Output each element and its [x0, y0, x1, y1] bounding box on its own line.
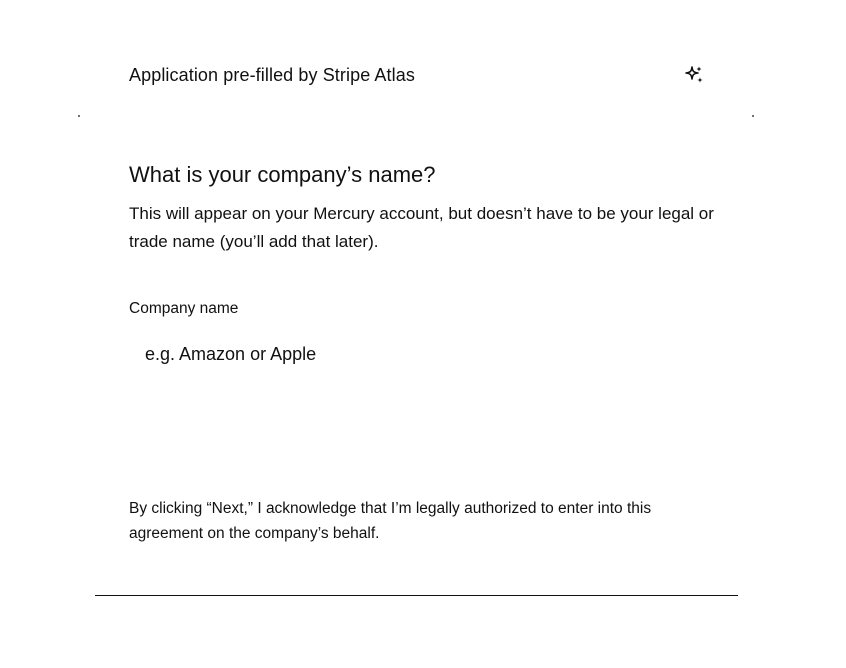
decorative-dot [78, 115, 80, 117]
company-name-input[interactable] [129, 338, 689, 370]
company-name-label: Company name [129, 300, 239, 317]
prefill-banner-text: Application pre-filled by Stripe Atlas [129, 65, 415, 85]
question-title: What is your company’s name? [129, 162, 436, 187]
sparkle-icon [682, 64, 706, 88]
footer-divider [95, 595, 738, 596]
prefill-banner: Application pre-filled by Stripe Atlas [129, 62, 709, 90]
legal-disclaimer: By clicking “Next,” I acknowledge that I… [129, 500, 652, 542]
question-description: This will appear on your Mercury account… [129, 204, 714, 251]
decorative-dot [752, 115, 754, 117]
application-page: Application pre-filled by Stripe Atlas W… [0, 0, 846, 668]
